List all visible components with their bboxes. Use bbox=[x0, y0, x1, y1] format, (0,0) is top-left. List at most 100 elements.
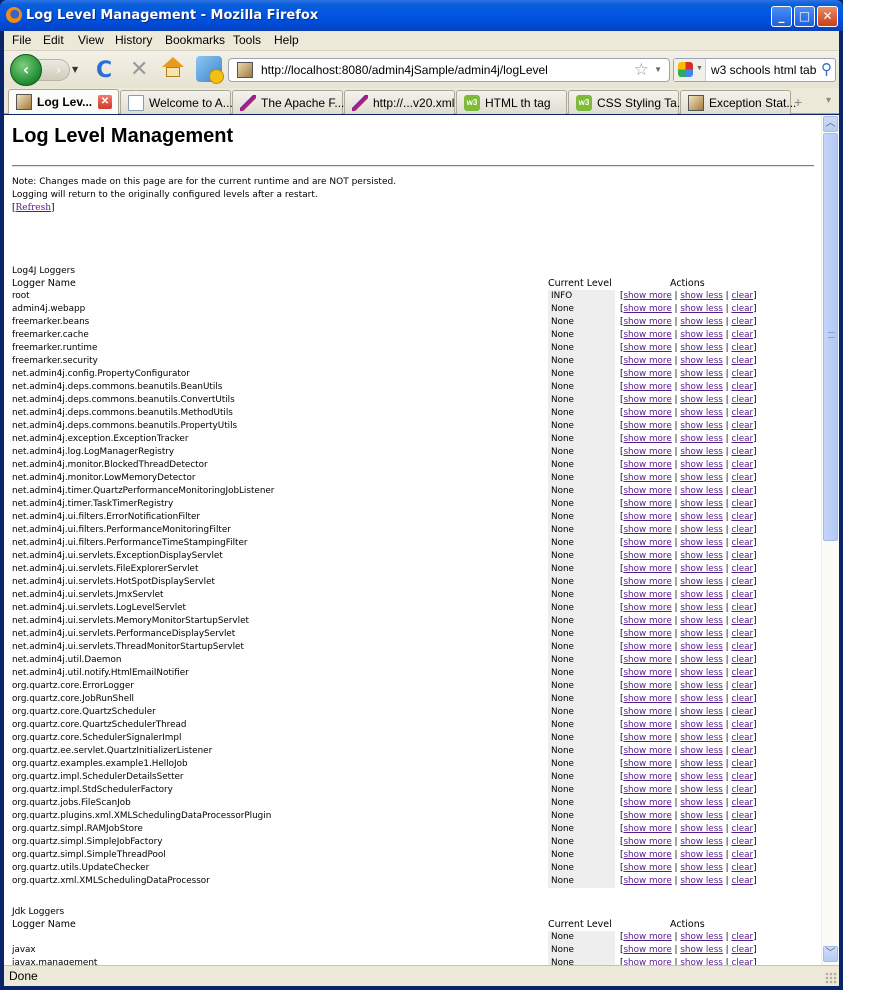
show-less-link[interactable]: show less bbox=[680, 343, 723, 353]
search-input[interactable]: w3 schools html table: bbox=[711, 63, 817, 77]
show-more-link[interactable]: show more bbox=[623, 629, 671, 639]
scrollbar-thumb[interactable] bbox=[823, 133, 838, 541]
show-more-link[interactable]: show more bbox=[623, 642, 671, 652]
tab-xml[interactable]: http://...v20.xml bbox=[344, 90, 455, 114]
menu-file[interactable]: File bbox=[12, 33, 31, 47]
clear-link[interactable]: clear bbox=[731, 291, 753, 301]
show-more-link[interactable]: show more bbox=[623, 525, 671, 535]
show-less-link[interactable]: show less bbox=[680, 798, 723, 808]
menu-history[interactable]: History bbox=[115, 33, 152, 47]
clear-link[interactable]: clear bbox=[731, 629, 753, 639]
home-button[interactable] bbox=[162, 57, 184, 79]
bookmark-star-icon[interactable]: ☆ bbox=[634, 60, 649, 80]
show-less-link[interactable]: show less bbox=[680, 473, 723, 483]
show-less-link[interactable]: show less bbox=[680, 958, 723, 965]
show-less-link[interactable]: show less bbox=[680, 408, 723, 418]
scroll-up-arrow-icon[interactable]: ︿ bbox=[823, 116, 838, 132]
clear-link[interactable]: clear bbox=[731, 564, 753, 574]
tab-log-level[interactable]: Log Lev... ✕ bbox=[8, 89, 119, 114]
show-more-link[interactable]: show more bbox=[623, 512, 671, 522]
show-more-link[interactable]: show more bbox=[623, 395, 671, 405]
maximize-button[interactable]: □ bbox=[794, 6, 815, 27]
show-more-link[interactable]: show more bbox=[623, 720, 671, 730]
show-more-link[interactable]: show more bbox=[623, 798, 671, 808]
show-less-link[interactable]: show less bbox=[680, 486, 723, 496]
tab-apache[interactable]: The Apache F... bbox=[232, 90, 344, 114]
clear-link[interactable]: clear bbox=[731, 499, 753, 509]
search-icon[interactable]: ⚲ bbox=[821, 60, 832, 78]
show-more-link[interactable]: show more bbox=[623, 668, 671, 678]
show-less-link[interactable]: show less bbox=[680, 733, 723, 743]
show-less-link[interactable]: show less bbox=[680, 590, 723, 600]
clear-link[interactable]: clear bbox=[731, 551, 753, 561]
clear-link[interactable]: clear bbox=[731, 525, 753, 535]
show-less-link[interactable]: show less bbox=[680, 785, 723, 795]
clear-link[interactable]: clear bbox=[731, 837, 753, 847]
show-more-link[interactable]: show more bbox=[623, 343, 671, 353]
show-less-link[interactable]: show less bbox=[680, 577, 723, 587]
refresh-link[interactable]: Refresh bbox=[16, 203, 51, 213]
tab-css-styling[interactable]: w3 CSS Styling Ta... bbox=[568, 90, 687, 114]
show-less-link[interactable]: show less bbox=[680, 932, 723, 942]
show-more-link[interactable]: show more bbox=[623, 317, 671, 327]
show-more-link[interactable]: show more bbox=[623, 577, 671, 587]
show-more-link[interactable]: show more bbox=[623, 330, 671, 340]
show-less-link[interactable]: show less bbox=[680, 564, 723, 574]
tab-welcome[interactable]: Welcome to A... bbox=[120, 90, 233, 114]
search-bar[interactable]: ▼ w3 schools html table: ⚲ bbox=[673, 58, 836, 82]
minimize-button[interactable]: _ bbox=[771, 6, 792, 27]
clear-link[interactable]: clear bbox=[731, 876, 753, 886]
clear-link[interactable]: clear bbox=[731, 512, 753, 522]
clear-link[interactable]: clear bbox=[731, 824, 753, 834]
clear-link[interactable]: clear bbox=[731, 486, 753, 496]
show-less-link[interactable]: show less bbox=[680, 759, 723, 769]
tab-html-th[interactable]: w3 HTML th tag bbox=[456, 90, 567, 114]
show-more-link[interactable]: show more bbox=[623, 473, 671, 483]
show-less-link[interactable]: show less bbox=[680, 499, 723, 509]
show-more-link[interactable]: show more bbox=[623, 616, 671, 626]
clear-link[interactable]: clear bbox=[731, 473, 753, 483]
clear-link[interactable]: clear bbox=[731, 447, 753, 457]
show-less-link[interactable]: show less bbox=[680, 824, 723, 834]
clear-link[interactable]: clear bbox=[731, 932, 753, 942]
addon-icon[interactable] bbox=[196, 56, 224, 84]
clear-link[interactable]: clear bbox=[731, 811, 753, 821]
resize-grip-icon[interactable] bbox=[825, 972, 837, 984]
clear-link[interactable]: clear bbox=[731, 772, 753, 782]
clear-link[interactable]: clear bbox=[731, 668, 753, 678]
reload-button[interactable]: C bbox=[96, 58, 112, 83]
menu-help[interactable]: Help bbox=[274, 33, 299, 47]
search-engine-selector[interactable]: ▼ bbox=[674, 59, 706, 81]
clear-link[interactable]: clear bbox=[731, 330, 753, 340]
show-less-link[interactable]: show less bbox=[680, 460, 723, 470]
show-more-link[interactable]: show more bbox=[623, 291, 671, 301]
url-dropdown-icon[interactable]: ▼ bbox=[654, 65, 662, 74]
close-tab-icon[interactable]: ✕ bbox=[98, 95, 112, 109]
show-less-link[interactable]: show less bbox=[680, 945, 723, 955]
show-more-link[interactable]: show more bbox=[623, 863, 671, 873]
clear-link[interactable]: clear bbox=[731, 434, 753, 444]
show-more-link[interactable]: show more bbox=[623, 356, 671, 366]
show-less-link[interactable]: show less bbox=[680, 616, 723, 626]
show-more-link[interactable]: show more bbox=[623, 382, 671, 392]
show-more-link[interactable]: show more bbox=[623, 499, 671, 509]
show-more-link[interactable]: show more bbox=[623, 681, 671, 691]
clear-link[interactable]: clear bbox=[731, 460, 753, 470]
clear-link[interactable]: clear bbox=[731, 707, 753, 717]
menu-tools[interactable]: Tools bbox=[233, 33, 261, 47]
show-less-link[interactable]: show less bbox=[680, 512, 723, 522]
show-more-link[interactable]: show more bbox=[623, 945, 671, 955]
show-more-link[interactable]: show more bbox=[623, 746, 671, 756]
show-less-link[interactable]: show less bbox=[680, 681, 723, 691]
clear-link[interactable]: clear bbox=[731, 356, 753, 366]
clear-link[interactable]: clear bbox=[731, 408, 753, 418]
show-more-link[interactable]: show more bbox=[623, 538, 671, 548]
clear-link[interactable]: clear bbox=[731, 720, 753, 730]
clear-link[interactable]: clear bbox=[731, 642, 753, 652]
clear-link[interactable]: clear bbox=[731, 733, 753, 743]
show-more-link[interactable]: show more bbox=[623, 421, 671, 431]
show-more-link[interactable]: show more bbox=[623, 785, 671, 795]
show-less-link[interactable]: show less bbox=[680, 447, 723, 457]
show-less-link[interactable]: show less bbox=[680, 395, 723, 405]
show-more-link[interactable]: show more bbox=[623, 408, 671, 418]
